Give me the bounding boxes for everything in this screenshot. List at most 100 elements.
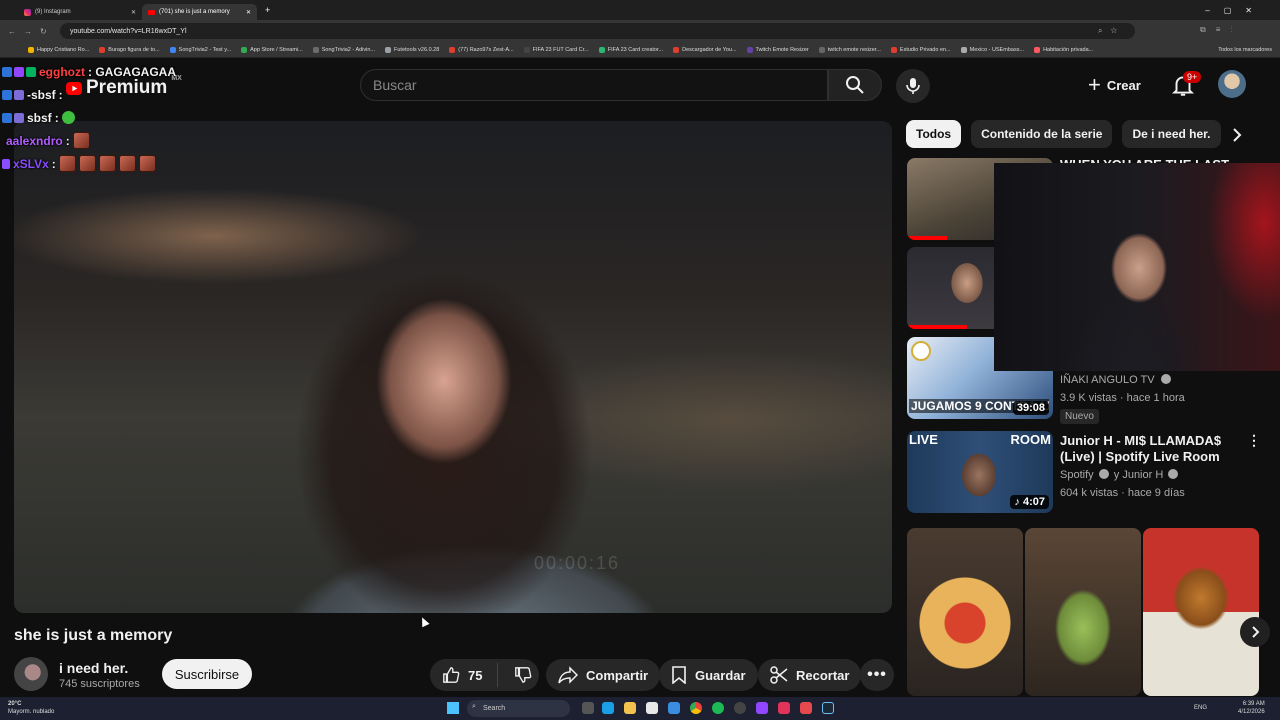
app-icon[interactable]: [778, 702, 790, 714]
chat-line: -sbsf :: [2, 83, 176, 106]
star-icon[interactable]: ⌕☆: [1098, 26, 1125, 36]
chat-user: sbsf: [27, 110, 52, 125]
bookmark-item[interactable]: twitch emote resizer...: [818, 46, 881, 53]
tab-label: (9) Instagram: [35, 9, 71, 15]
emote-icon: [58, 155, 76, 172]
bookmark-item[interactable]: Estudio Privado en...: [890, 46, 951, 53]
search-button[interactable]: [828, 69, 882, 101]
tab-label: (701) she is just a memory: [159, 9, 230, 15]
search-input[interactable]: Buscar: [360, 69, 828, 101]
verified-icon: [1168, 469, 1179, 479]
close-icon[interactable]: ✕: [131, 9, 136, 16]
save-button[interactable]: Guardar: [659, 659, 758, 691]
taskbar-search[interactable]: ⌕ Search: [467, 700, 570, 717]
channel-avatar[interactable]: [14, 657, 48, 691]
bookmark-item[interactable]: Futetools v26.0.28: [385, 46, 439, 53]
subscribe-button[interactable]: Suscribirse: [162, 659, 252, 689]
like-button[interactable]: 75: [430, 663, 498, 687]
more-actions-button[interactable]: •••: [860, 659, 894, 691]
taskbar-clock[interactable]: 6:39 AM 4/12/2026: [1238, 700, 1265, 716]
create-button[interactable]: + Crear: [1088, 72, 1141, 97]
chip-channel[interactable]: De i need her.: [1122, 120, 1221, 148]
address-bar[interactable]: youtube.com/watch?v=LR16wxDT_Yl ⌕☆: [60, 23, 1135, 39]
chip-series[interactable]: Contenido de la serie: [971, 120, 1113, 148]
file-explorer-icon[interactable]: [624, 702, 636, 714]
store-icon[interactable]: [646, 702, 658, 714]
steam-icon[interactable]: [822, 702, 834, 714]
clip-button[interactable]: Recortar: [758, 659, 862, 691]
short-thumbnail[interactable]: [907, 528, 1023, 696]
channel-name[interactable]: i need her.: [59, 660, 128, 676]
bookmark-item[interactable]: (77) Razo97s Zest-A...: [449, 46, 514, 53]
tab-youtube[interactable]: (701) she is just a memory ✕: [142, 4, 257, 20]
tray-lang[interactable]: ENG: [1194, 705, 1207, 711]
bookmark-item[interactable]: Twitch Emote Resizer: [746, 46, 809, 53]
extensions-icon[interactable]: ⧉≡⋮: [1200, 25, 1242, 35]
watch-progress-bar: [907, 236, 947, 240]
recommendation-title[interactable]: Junior H - MI$ LLAMADA$ (Live) | Spotify…: [1060, 433, 1236, 465]
short-thumbnail[interactable]: [1143, 528, 1259, 696]
bookmark-favicon-icon: [385, 46, 392, 53]
mail-icon[interactable]: [668, 702, 680, 714]
bookmark-item[interactable]: Burago figura de to...: [99, 46, 160, 53]
more-vertical-icon[interactable]: ⋮: [1247, 432, 1261, 449]
new-tab-icon[interactable]: +: [265, 5, 270, 15]
emote-icon: [138, 155, 156, 172]
bookmark-label: Burago figura de to...: [108, 46, 160, 53]
bookmark-item[interactable]: SongTrivia2 - Adivin...: [312, 46, 375, 53]
windows-start-icon[interactable]: [447, 702, 459, 714]
thumbs-down-icon[interactable]: [514, 666, 532, 684]
chrome-icon[interactable]: [690, 702, 702, 714]
close-icon[interactable]: ✕: [246, 9, 251, 16]
weather-widget[interactable]: 20°C Mayorm. nublado: [8, 700, 54, 716]
tab-instagram[interactable]: (9) Instagram ✕: [18, 4, 142, 20]
chat-message: :: [58, 87, 63, 102]
all-bookmarks[interactable]: Todos los marcadores: [1218, 47, 1272, 53]
window-controls-icon[interactable]: –▢✕: [1205, 6, 1266, 15]
weather-temp: 20°C: [8, 701, 22, 707]
bookmark-item[interactable]: App Store / Streami...: [241, 46, 303, 53]
scissors-icon: [770, 666, 788, 684]
bookmark-item[interactable]: Happy Cristiano Ro...: [28, 46, 90, 53]
clock-time: 6:39 AM: [1242, 701, 1265, 707]
bookmark-item[interactable]: Mexico - USEmbass...: [960, 46, 1024, 53]
spotify-icon[interactable]: [712, 702, 724, 714]
duration-badge: ♪ 4:07: [1010, 495, 1049, 509]
chat-message: : GAGAGAGAA: [88, 64, 176, 79]
bookmark-label: Happy Cristiano Ro...: [37, 46, 90, 53]
nav-arrows-icon[interactable]: ←→↻: [8, 27, 55, 36]
short-thumbnail[interactable]: [1025, 528, 1141, 696]
edge-icon[interactable]: [602, 702, 614, 714]
twitch-icon[interactable]: [756, 702, 768, 714]
share-button[interactable]: Compartir: [546, 659, 661, 691]
task-view-icon[interactable]: [582, 702, 594, 714]
shorts-next-button[interactable]: [1240, 617, 1270, 647]
bookmark-item[interactable]: SongTrivia2 - Test y...: [169, 46, 231, 53]
chevron-right-icon: [1252, 626, 1260, 638]
taskbar-search-label: Search: [483, 705, 506, 712]
webcam-overlay: [994, 163, 1280, 371]
thumbnail-text: LIVE: [909, 432, 938, 447]
recommendation-thumbnail[interactable]: LIVE ROOM ♪ 4:07: [907, 431, 1053, 513]
bookmark-item[interactable]: FIFA 23 FUT Card Cr...: [523, 46, 589, 53]
bookmark-item[interactable]: Descargador de You...: [673, 46, 737, 53]
mouse-cursor-icon: [418, 615, 430, 628]
app-icon[interactable]: [800, 702, 812, 714]
bookmark-favicon-icon: [312, 46, 319, 53]
browser-toolbar: ←→↻ youtube.com/watch?v=LR16wxDT_Yl ⌕☆ ⧉…: [0, 20, 1280, 42]
address-text: youtube.com/watch?v=LR16wxDT_Yl: [70, 27, 187, 35]
chip-todos[interactable]: Todos: [906, 120, 962, 148]
channel-name: IÑAKI ANGULO TV: [1060, 374, 1155, 386]
avatar[interactable]: [1218, 70, 1246, 98]
video-title: she is just a memory: [14, 627, 173, 644]
app-icon[interactable]: [734, 702, 746, 714]
microphone-icon: [906, 78, 920, 94]
bookmark-item[interactable]: Habitación privada...: [1034, 46, 1093, 53]
bookmark-item[interactable]: FIFA 23 Card creator...: [598, 46, 663, 53]
chevron-right-icon[interactable]: [1228, 126, 1246, 144]
instagram-icon: [24, 8, 31, 16]
plus-icon: +: [1088, 72, 1101, 97]
video-player[interactable]: 00:00:16: [14, 121, 892, 613]
create-label: Crear: [1106, 77, 1141, 93]
voice-search-button[interactable]: [896, 69, 930, 103]
